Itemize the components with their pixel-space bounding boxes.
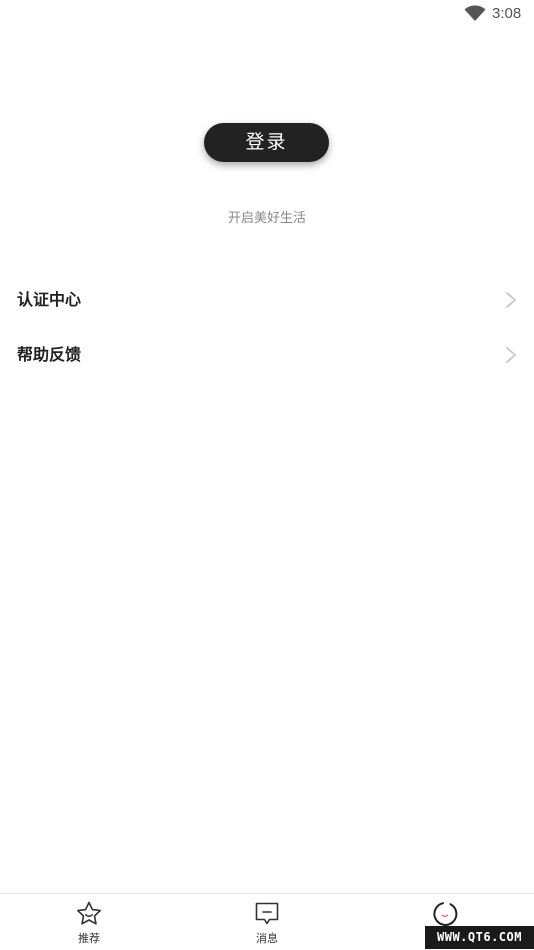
menu-item-label: 帮助反馈	[17, 345, 82, 364]
menu-item-help-feedback[interactable]: 帮助反馈	[0, 328, 534, 382]
star-face-icon	[77, 901, 101, 925]
menu-item-certification-center[interactable]: 认证中心	[0, 273, 534, 327]
tab-label: 推荐	[78, 932, 100, 945]
tab-messages[interactable]: 消息	[178, 894, 356, 950]
message-icon	[255, 902, 279, 925]
tab-label: 消息	[256, 932, 278, 945]
chevron-right-icon	[506, 347, 516, 363]
tab-recommend[interactable]: 推荐	[0, 894, 178, 950]
menu-item-label: 认证中心	[17, 290, 82, 309]
tagline: 开启美好生活	[227, 211, 306, 226]
wifi-icon	[464, 5, 486, 21]
chevron-right-icon	[506, 292, 516, 308]
status-time: 3:08	[492, 5, 522, 22]
login-button[interactable]: 登录	[204, 123, 329, 162]
watermark-logo: WWW.QT6.COM	[425, 926, 534, 949]
smile-ring-icon	[433, 902, 458, 926]
status-bar: 3:08	[0, 0, 534, 28]
